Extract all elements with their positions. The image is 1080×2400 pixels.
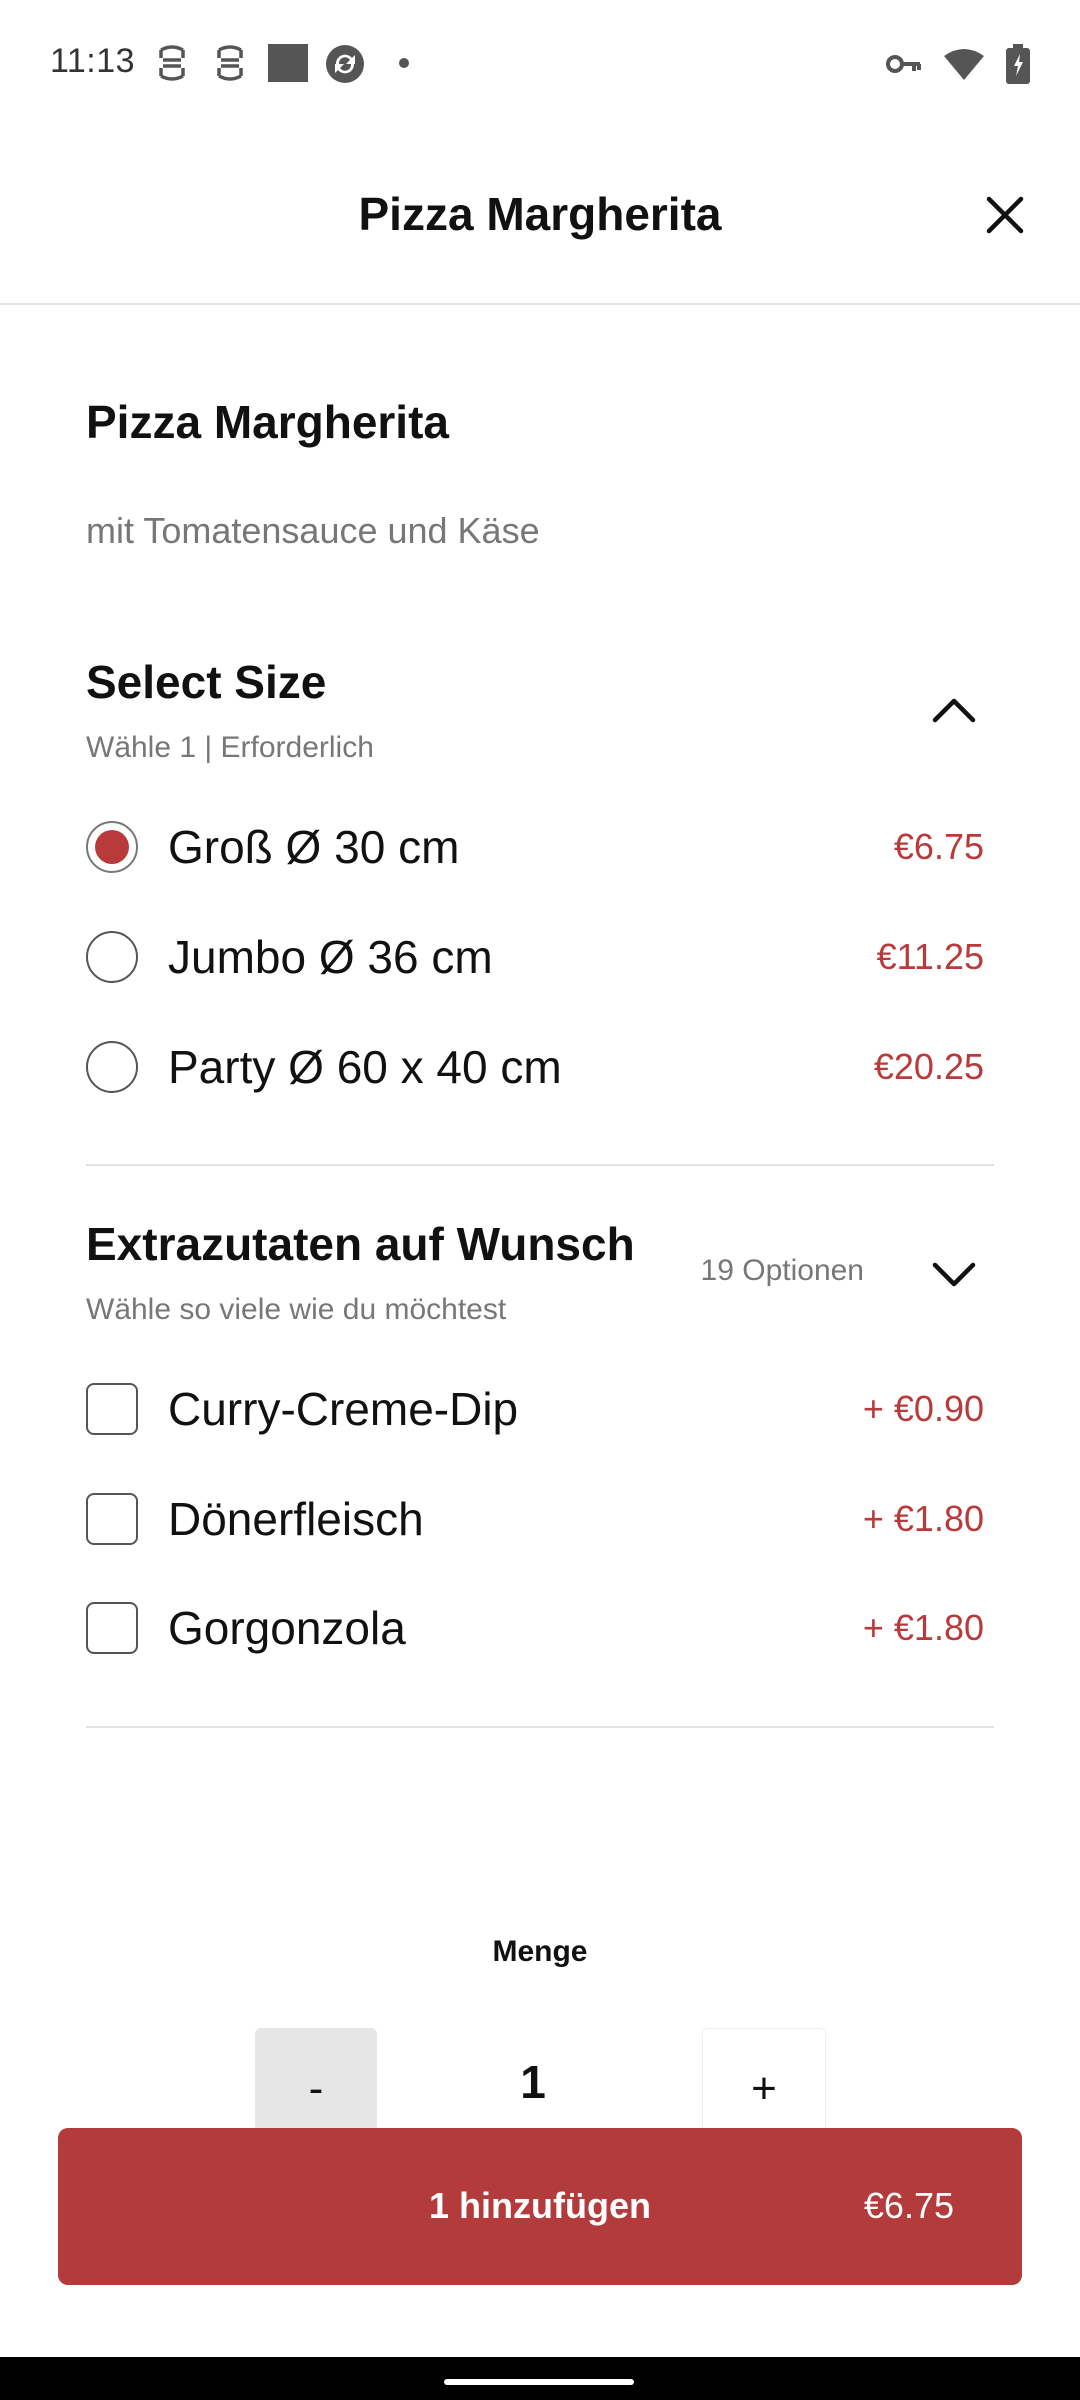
quantity-label: Menge: [492, 1935, 588, 1968]
size-option-price: €20.25: [873, 1046, 984, 1087]
collapse-button[interactable]: [924, 680, 984, 740]
chevron-down-icon: [932, 1262, 976, 1287]
extras-options: Curry-Creme-Dip + €0.90 Dönerfleisch + €…: [86, 1369, 994, 1669]
size-option-gross[interactable]: Groß Ø 30 cm €6.75: [86, 807, 994, 887]
size-options: Groß Ø 30 cm €6.75 Jumbo Ø 36 cm €11.25 …: [86, 807, 994, 1107]
size-option-label: Groß Ø 30 cm: [168, 821, 460, 873]
checkbox[interactable]: [86, 1493, 138, 1545]
radio-unselected[interactable]: [86, 1041, 138, 1093]
size-option-label: Party Ø 60 x 40 cm: [168, 1041, 562, 1093]
size-option-jumbo[interactable]: Jumbo Ø 36 cm €11.25: [86, 917, 994, 997]
add-to-cart-button[interactable]: 1 hinzufügen €6.75: [58, 2128, 1022, 2285]
status-icons-right: [886, 44, 1030, 89]
extras-section-subtitle: Wähle so viele wie du möchtest: [86, 1293, 507, 1326]
wifi-icon: [944, 48, 984, 85]
status-bar: 11:13: [0, 0, 1080, 125]
modal-header: Pizza Margherita: [0, 125, 1080, 305]
extra-option-price: + €1.80: [862, 1498, 984, 1539]
section-divider: [86, 1164, 994, 1166]
product-name: Pizza Margherita: [86, 396, 449, 448]
size-option-label: Jumbo Ø 36 cm: [168, 931, 493, 983]
expand-button[interactable]: [924, 1245, 984, 1305]
vpn-key-icon: [886, 52, 922, 81]
status-time: 11:13: [50, 42, 136, 80]
size-option-price: €11.25: [876, 936, 984, 977]
extra-option-gorgonzola[interactable]: Gorgonzola + €1.80: [86, 1588, 994, 1668]
chevron-up-icon: [932, 698, 976, 723]
close-button[interactable]: [970, 180, 1040, 250]
section-divider: [86, 1726, 994, 1728]
extra-option-price: + €1.80: [862, 1607, 984, 1648]
quantity-value: 1: [520, 2056, 546, 2108]
notification-icon: [213, 44, 247, 87]
options-count: 19 Optionen: [700, 1254, 864, 1287]
size-section-header[interactable]: Select Size Wähle 1 | Erforderlich: [86, 655, 994, 765]
size-section-title: Select Size: [86, 656, 327, 708]
app-icon: [268, 44, 308, 87]
sync-icon: [325, 44, 365, 89]
battery-icon: [1006, 44, 1030, 89]
checkbox[interactable]: [86, 1602, 138, 1654]
add-button-price: €6.75: [863, 2185, 954, 2226]
modal-title: Pizza Margherita: [358, 188, 722, 240]
dot-icon: [398, 56, 410, 74]
close-icon: [986, 196, 1024, 234]
extra-option-price: + €0.90: [862, 1388, 984, 1429]
radio-selected[interactable]: [86, 821, 138, 873]
notification-icon: [155, 44, 189, 87]
product-description: mit Tomatensauce und Käse: [86, 510, 540, 551]
size-section-subtitle: Wähle 1 | Erforderlich: [86, 731, 374, 764]
extra-option-doenerfleisch[interactable]: Dönerfleisch + €1.80: [86, 1479, 994, 1559]
navigation-bar: [0, 2357, 1080, 2400]
radio-unselected[interactable]: [86, 931, 138, 983]
extras-section-header[interactable]: Extrazutaten auf Wunsch Wähle so viele w…: [86, 1217, 994, 1327]
checkbox[interactable]: [86, 1383, 138, 1435]
size-option-price: €6.75: [893, 826, 984, 867]
extra-option-curry-creme-dip[interactable]: Curry-Creme-Dip + €0.90: [86, 1369, 994, 1449]
home-gesture-handle[interactable]: [444, 2379, 634, 2385]
size-option-party[interactable]: Party Ø 60 x 40 cm €20.25: [86, 1027, 994, 1107]
